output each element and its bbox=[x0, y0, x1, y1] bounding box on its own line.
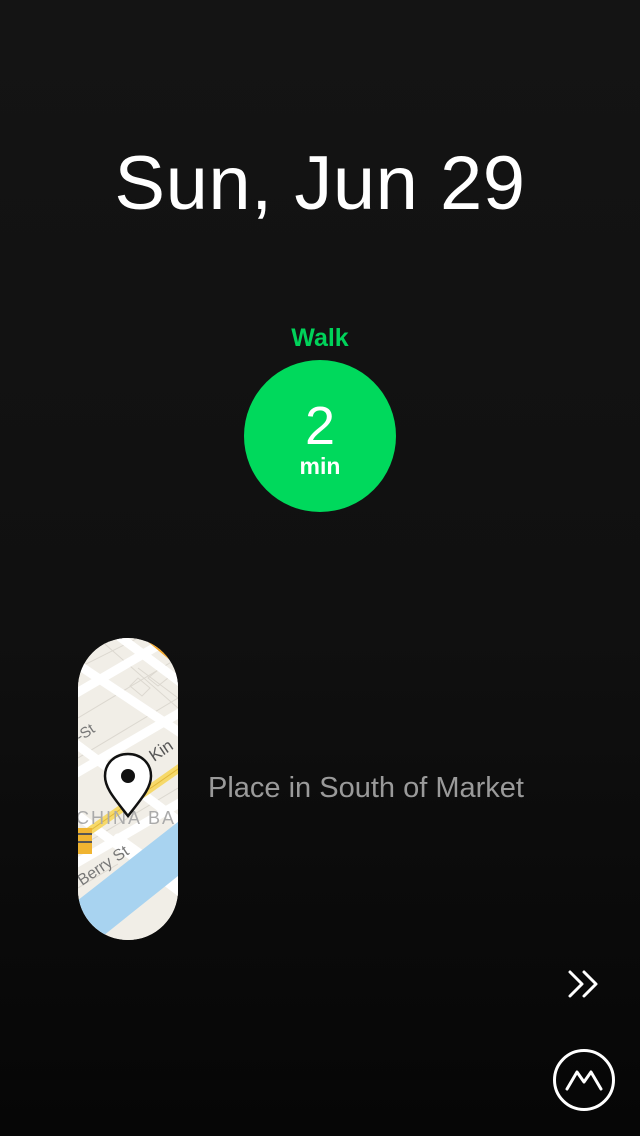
date-title: Sun, Jun 29 bbox=[114, 141, 526, 226]
timeline-screen: Sun, Jun 29 Walk 2 min -St Kin CHINA BA … bbox=[0, 0, 640, 1136]
map-graphic: -St Kin CHINA BA Berry St bbox=[78, 638, 178, 940]
duration-value: 2 bbox=[304, 396, 336, 456]
double-chevron-right-icon bbox=[568, 970, 598, 998]
place-name[interactable]: Place in South of Market bbox=[208, 772, 524, 805]
moves-logo-icon bbox=[553, 1049, 615, 1111]
app-logo-button[interactable] bbox=[552, 1048, 616, 1112]
activity-duration-circle[interactable]: 2 min bbox=[244, 360, 396, 512]
place-map-thumbnail[interactable]: -St Kin CHINA BA Berry St bbox=[78, 638, 178, 940]
activity-type-label: Walk bbox=[291, 324, 349, 352]
forward-button[interactable] bbox=[560, 962, 608, 1006]
duration-unit: min bbox=[299, 453, 341, 479]
